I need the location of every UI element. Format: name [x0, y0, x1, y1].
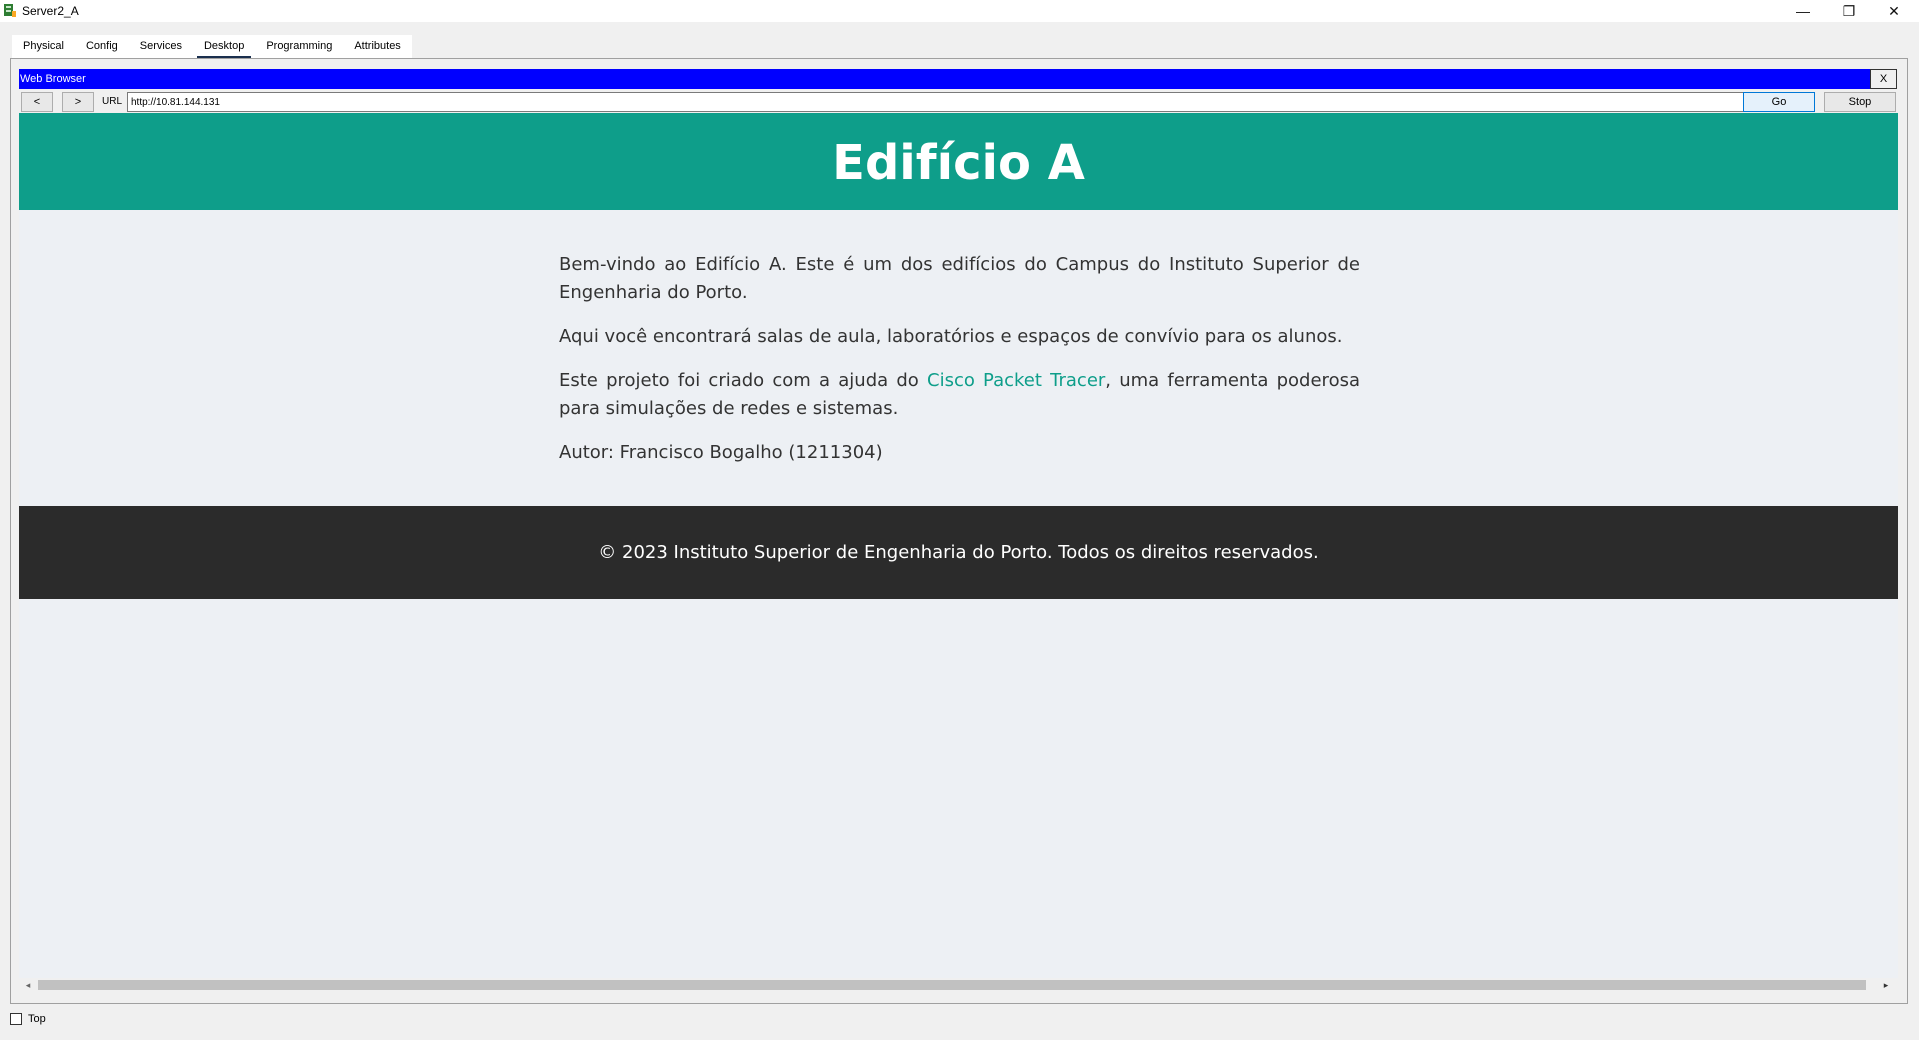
cisco-packet-tracer-link[interactable]: Cisco Packet Tracer [927, 370, 1105, 391]
scroll-left-arrow-icon[interactable]: ◂ [23, 978, 33, 992]
horizontal-scrollbar[interactable]: ◂ ▸ [19, 978, 1897, 992]
page-content: Bem-vindo ao Edifício A. Este é um dos e… [559, 251, 1360, 483]
page-title: Edifício A [832, 134, 1085, 191]
forward-button[interactable]: > [62, 92, 94, 112]
tab-config[interactable]: Config [74, 35, 129, 59]
web-page-viewport: Edifício A Bem-vindo ao Edifício A. Este… [19, 113, 1898, 978]
stop-button[interactable]: Stop [1824, 92, 1896, 112]
intro-paragraph: Bem-vindo ao Edifício A. Este é um dos e… [559, 254, 1360, 303]
close-window-button[interactable]: ✕ [1872, 0, 1916, 22]
scroll-right-arrow-icon[interactable]: ▸ [1881, 978, 1891, 992]
tab-bar: Physical Config Services Desktop Program… [12, 35, 412, 59]
project-paragraph: Este projeto foi criado com a ajuda do C… [559, 367, 1360, 423]
browser-navbar: < > URL Go Stop [19, 91, 1897, 113]
tab-physical[interactable]: Physical [12, 35, 75, 59]
footer-copyright: © 2023 Instituto Superior de Engenharia … [598, 542, 1319, 563]
minimize-button[interactable]: — [1781, 0, 1825, 22]
project-text-before: Este projeto foi criado com a ajuda do [559, 370, 927, 391]
author-text: Autor: Francisco Bogalho (1211304) [559, 442, 883, 463]
tab-attributes[interactable]: Attributes [343, 35, 412, 59]
app-icon [4, 4, 16, 17]
back-button[interactable]: < [21, 92, 53, 112]
site-footer: © 2023 Instituto Superior de Engenharia … [19, 506, 1898, 599]
top-checkbox-label: Top [28, 1013, 46, 1025]
top-checkbox[interactable] [10, 1013, 22, 1025]
url-label: URL [102, 96, 123, 107]
go-button[interactable]: Go [1743, 92, 1815, 112]
facilities-paragraph: Aqui você encontrará salas de aula, labo… [559, 326, 1343, 347]
window-titlebar: Server2_A — ❐ ✕ [0, 0, 1919, 22]
browser-close-button[interactable]: X [1870, 69, 1897, 89]
scrollbar-thumb[interactable] [38, 980, 1866, 990]
maximize-button[interactable]: ❐ [1827, 0, 1871, 22]
tab-services[interactable]: Services [128, 35, 193, 59]
site-header: Edifício A [19, 113, 1898, 210]
window-title: Server2_A [22, 4, 79, 18]
browser-titlebar: Web Browser [19, 69, 1897, 89]
tab-programming[interactable]: Programming [255, 35, 344, 59]
url-input[interactable] [127, 92, 1755, 112]
tab-desktop[interactable]: Desktop [192, 35, 256, 59]
